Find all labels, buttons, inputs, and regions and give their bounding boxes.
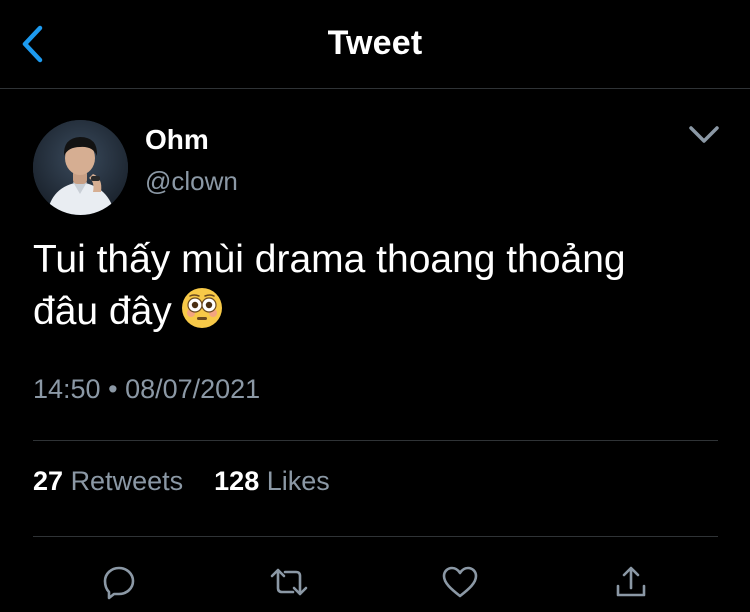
- likes-count: 128: [214, 466, 260, 496]
- tweet-stats: 27 Retweets 128 Likes: [33, 466, 330, 497]
- share-icon: [616, 566, 646, 597]
- page-title: Tweet: [327, 24, 423, 62]
- tweet-text: Tui thấy mùi drama thoang thoảng đâu đây: [33, 234, 713, 344]
- tweet-timestamp: 14:50 • 08/07/2021: [33, 374, 260, 405]
- tweet-time: 14:50: [33, 374, 101, 404]
- reply-icon: [103, 566, 135, 600]
- tweet-text-line-2-text: đâu đây: [33, 290, 172, 333]
- author-name[interactable]: Ohm: [145, 124, 209, 156]
- avatar[interactable]: [33, 120, 128, 215]
- retweets-count: 27: [33, 466, 64, 496]
- tweet-actions: [0, 556, 750, 606]
- tweet-text-line-2: đâu đây: [33, 286, 713, 344]
- author-handle[interactable]: @clown: [145, 166, 238, 197]
- divider-bottom: [33, 536, 718, 537]
- retweets-stat[interactable]: 27 Retweets: [33, 466, 191, 496]
- reply-button[interactable]: [97, 560, 141, 604]
- flushed-face-emoji-icon: [180, 286, 224, 344]
- top-bar: Tweet: [0, 0, 750, 89]
- tweet-date: 08/07/2021: [125, 374, 261, 404]
- avatar-image: [33, 120, 128, 215]
- more-options-button[interactable]: [684, 118, 724, 152]
- like-icon: [442, 566, 478, 598]
- share-button[interactable]: [609, 560, 653, 604]
- likes-stat[interactable]: 128 Likes: [207, 466, 330, 496]
- divider-top: [33, 440, 718, 441]
- retweets-label: Retweets: [70, 466, 184, 496]
- chevron-down-icon: [689, 126, 719, 143]
- retweet-button[interactable]: [267, 560, 311, 604]
- meta-separator: •: [108, 374, 118, 404]
- likes-label: Likes: [266, 466, 330, 496]
- tweet-text-line-1: Tui thấy mùi drama thoang thoảng: [33, 238, 626, 281]
- like-button[interactable]: [438, 560, 482, 604]
- retweet-icon: [270, 568, 308, 596]
